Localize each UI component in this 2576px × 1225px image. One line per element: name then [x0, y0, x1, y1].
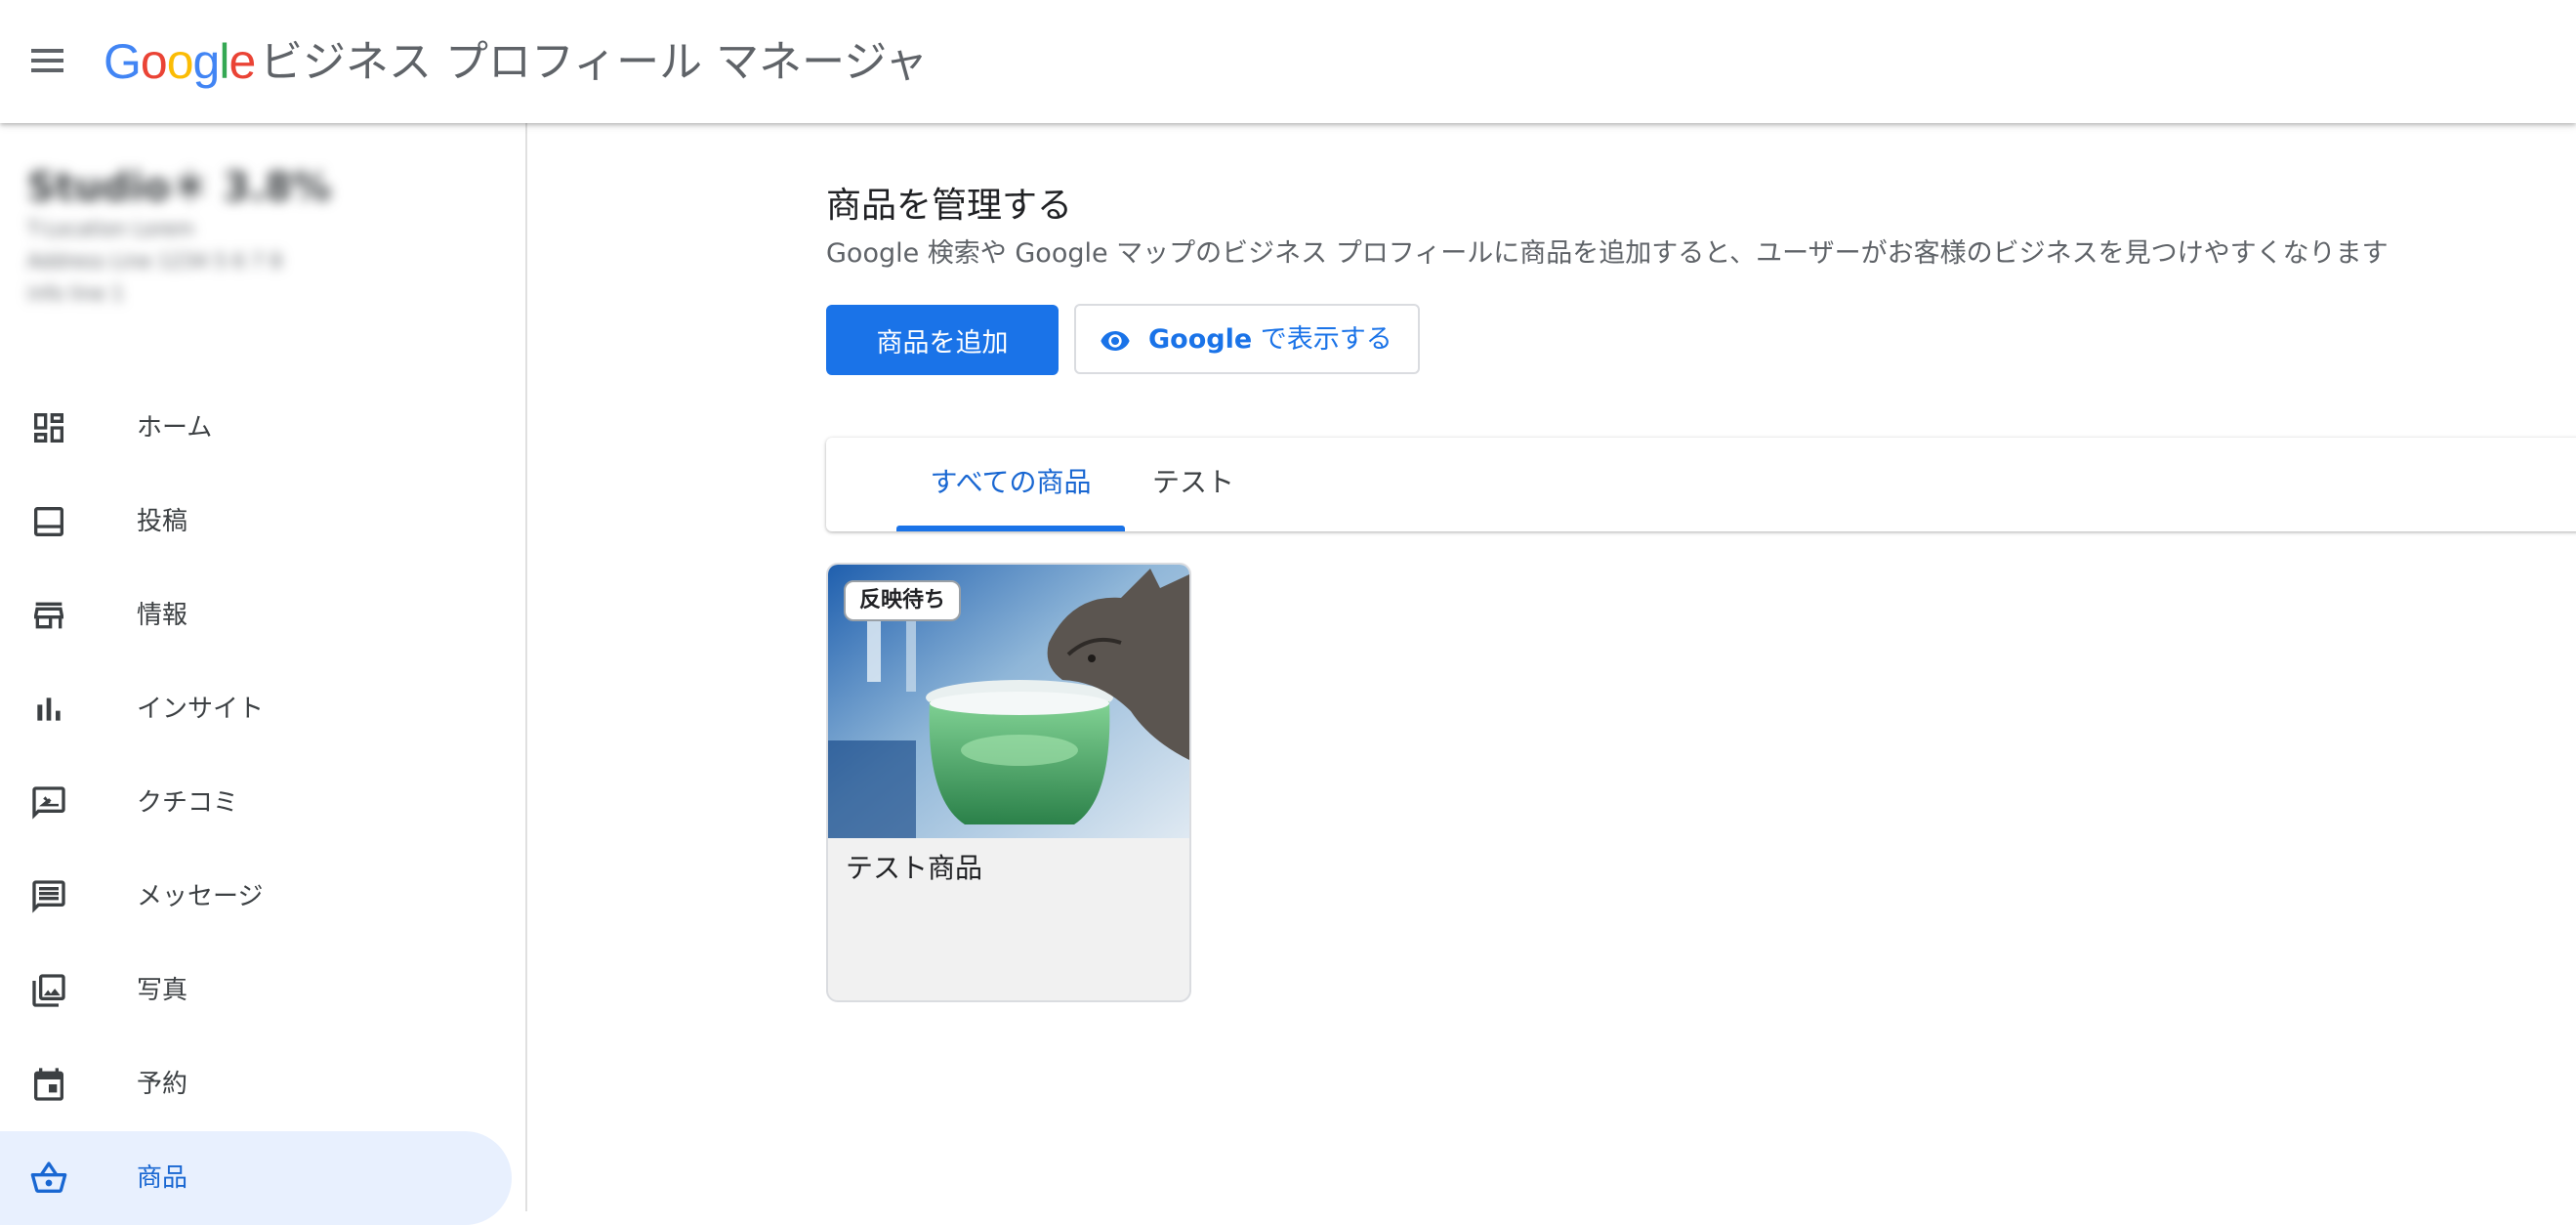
sidebar-item-label: 投稿	[137, 507, 188, 536]
dashboard-icon	[34, 413, 63, 443]
sidebar: Studio＊ 3.8% T-Location Lorem Address Li…	[0, 123, 527, 1225]
product-card[interactable]: 反映待ち テスト商品	[826, 563, 1191, 1002]
add-product-button[interactable]: 商品を追加	[826, 305, 1059, 375]
tab-all-products[interactable]: すべての商品	[896, 438, 1125, 531]
sidebar-item-label: メッセージ	[137, 882, 264, 911]
calendar-icon	[34, 1068, 63, 1101]
sidebar-item-label: 情報	[137, 601, 188, 630]
page-title: 商品を管理する	[826, 186, 1073, 226]
business-line: T-Location Lorem	[27, 217, 195, 240]
sidebar-item-label: クチコミ	[137, 788, 239, 818]
business-line: Address Line 1234 5 6 7 8	[27, 249, 283, 273]
product-name: ビジネス プロフィール マネージャ	[260, 37, 929, 87]
sidebar-item-reviews[interactable]: クチコミ	[0, 756, 512, 850]
sidebar-item-label: 予約	[137, 1070, 188, 1099]
view-on-google-label: Google で表示する	[1148, 324, 1392, 355]
basket-icon	[30, 1162, 67, 1193]
sidebar-item-photos[interactable]: 写真	[0, 944, 512, 1037]
page-subtitle: Google 検索や Google マップのビジネス プロフィールに商品を追加す…	[826, 238, 2389, 269]
sidebar-item-bookings[interactable]: 予約	[0, 1037, 512, 1131]
sidebar-item-label: インサイト	[137, 695, 265, 724]
tab-test[interactable]: テスト	[1152, 438, 1234, 531]
sidebar-item-insights[interactable]: インサイト	[0, 662, 512, 756]
sidebar-item-posts[interactable]: 投稿	[0, 475, 512, 569]
sidebar-item-info[interactable]: 情報	[0, 569, 512, 662]
sidebar-item-messages[interactable]: メッセージ	[0, 850, 512, 944]
google-logo[interactable]: Google	[104, 32, 256, 91]
view-on-google-button[interactable]: Google で表示する	[1074, 304, 1420, 374]
sidebar-item-label: 写真	[137, 976, 188, 1005]
posts-icon	[34, 507, 63, 536]
sidebar-item-home[interactable]: ホーム	[0, 381, 512, 475]
store-icon	[34, 602, 63, 629]
product-name: テスト商品	[846, 852, 983, 884]
pending-status-badge: 反映待ち	[844, 580, 962, 621]
main-menu-icon[interactable]	[27, 43, 66, 82]
photo-library-icon	[32, 974, 65, 1007]
eye-icon	[1101, 331, 1130, 351]
message-icon	[32, 880, 65, 913]
sidebar-item-label: ホーム	[137, 413, 213, 443]
business-name: Studio＊ 3.8%	[27, 165, 332, 210]
business-line: info line 1	[27, 281, 125, 305]
app-header: Google ビジネス プロフィール マネージャ	[0, 0, 2576, 123]
bar-chart-icon	[37, 697, 61, 721]
product-tabs: すべての商品 テスト	[826, 438, 2576, 531]
business-info: Studio＊ 3.8% T-Location Lorem Address Li…	[27, 162, 331, 310]
rate-review-icon	[32, 786, 65, 820]
